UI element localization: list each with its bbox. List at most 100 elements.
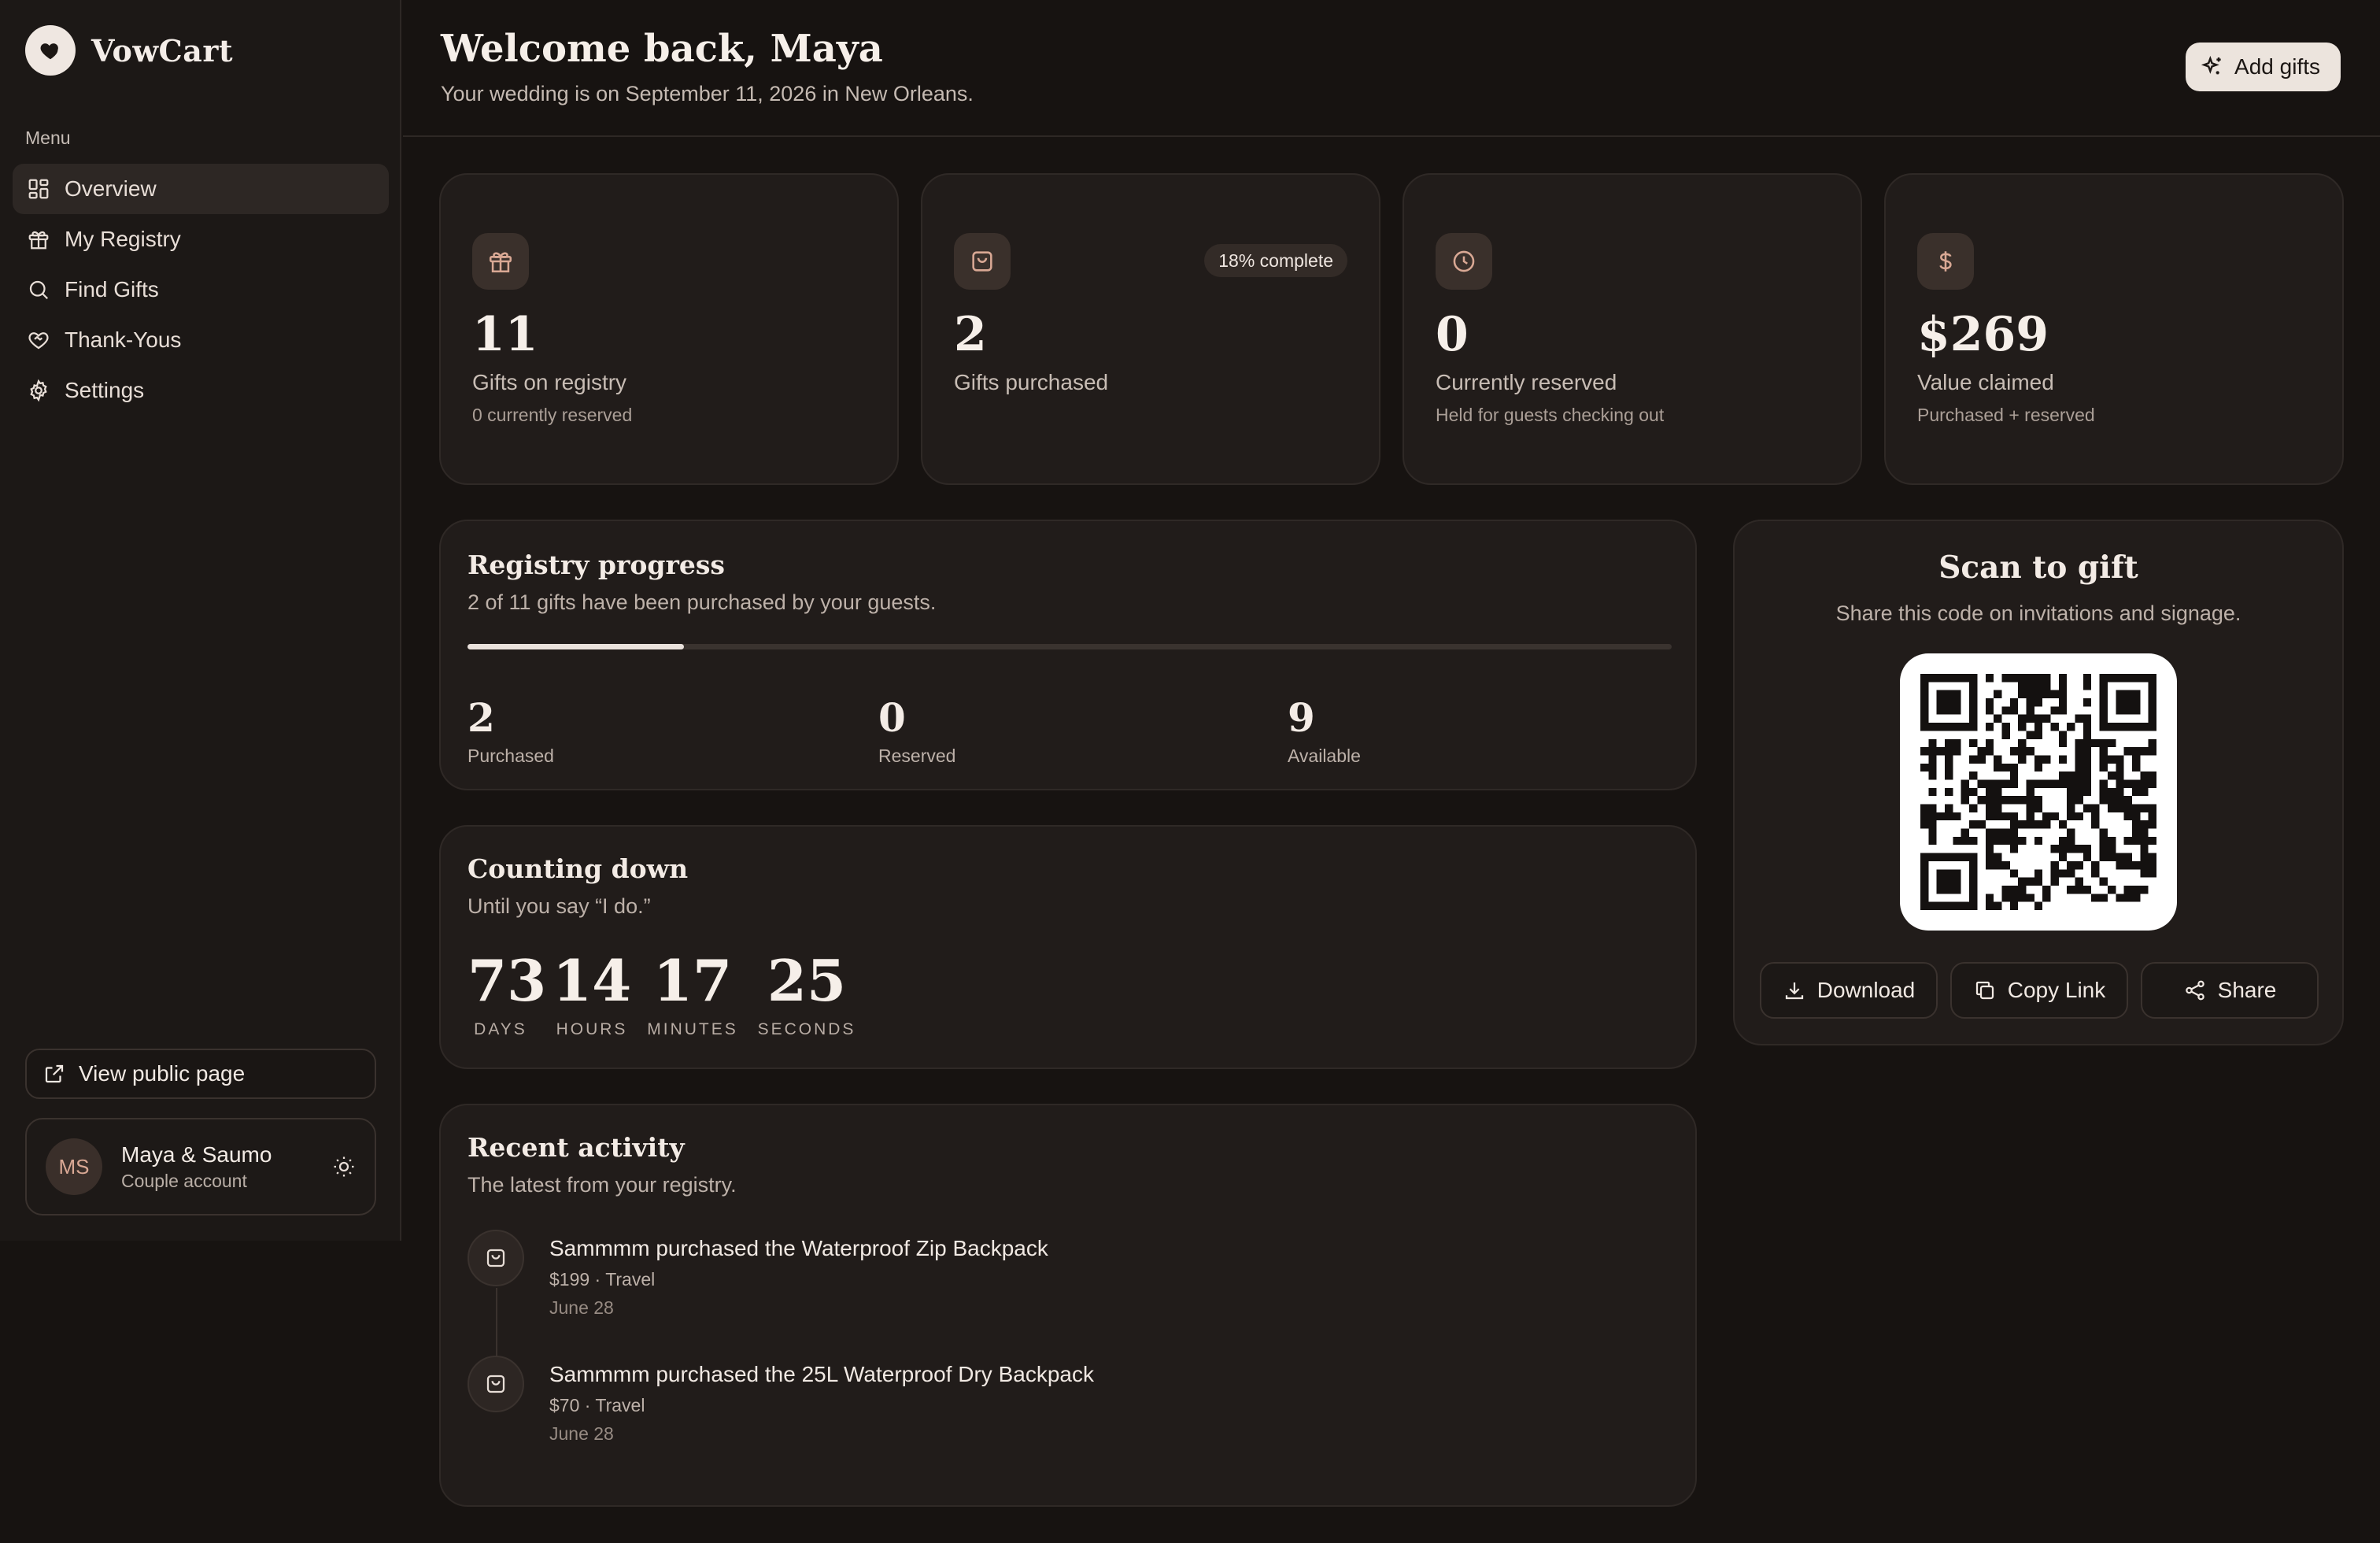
panel-title: Counting down bbox=[468, 853, 689, 884]
countdown-label: HOURS bbox=[556, 1020, 628, 1038]
share-label: Share bbox=[2217, 978, 2277, 1002]
panel-subtitle: 2 of 11 gifts have been purchased by you… bbox=[468, 590, 937, 614]
progress-bar bbox=[468, 644, 1672, 649]
countdown-minutes: 17 MINUTES bbox=[644, 953, 741, 1039]
dollar-icon bbox=[1917, 233, 1974, 290]
sidebar-item-label: Thank-Yous bbox=[65, 327, 182, 352]
download-button[interactable]: Download bbox=[1760, 962, 1938, 1019]
recent-activity-panel: Recent activity The latest from your reg… bbox=[439, 1104, 1697, 1507]
stat-card-value-claimed: $269 Value claimed Purchased + reserved bbox=[1884, 173, 2344, 485]
activity-meta: $70 · Travel bbox=[549, 1395, 645, 1415]
stat-card-gifts-purchased: 18% complete 2 Gifts purchased bbox=[921, 173, 1380, 485]
progress-stat-label: Reserved bbox=[878, 746, 956, 766]
registry-progress-panel: Registry progress 2 of 11 gifts have bee… bbox=[439, 520, 1697, 790]
countdown-days: 73 DAYS bbox=[468, 947, 547, 1039]
countdown-value: 73 bbox=[468, 947, 547, 1014]
bag-icon bbox=[954, 233, 1011, 290]
activity-date: June 28 bbox=[549, 1423, 614, 1444]
sidebar: VowCart Menu Overview My Registry Find G… bbox=[0, 0, 401, 1241]
completion-badge: 18% complete bbox=[1204, 244, 1347, 277]
countdown-seconds: 25 SECONDS bbox=[751, 953, 863, 1039]
sidebar-item-settings[interactable]: Settings bbox=[13, 365, 389, 416]
gift-icon bbox=[28, 231, 49, 250]
panel-title: Registry progress bbox=[468, 549, 725, 580]
stat-sub: Purchased + reserved bbox=[1917, 405, 2095, 425]
stat-label: Gifts on registry bbox=[472, 370, 627, 394]
bag-icon bbox=[468, 1230, 524, 1286]
sun-icon bbox=[334, 1156, 354, 1177]
progress-stat-label: Available bbox=[1288, 746, 1361, 766]
heart-logo-icon bbox=[25, 25, 76, 76]
dashboard-icon bbox=[28, 179, 49, 199]
stat-value: 0 bbox=[1436, 307, 1469, 362]
add-gifts-button[interactable]: Add gifts bbox=[2186, 43, 2341, 91]
stat-label: Currently reserved bbox=[1436, 370, 1617, 394]
activity-title: Sammmm purchased the 25L Waterproof Dry … bbox=[549, 1362, 1094, 1386]
search-icon bbox=[29, 280, 49, 300]
sidebar-item-thank-yous[interactable]: Thank-Yous bbox=[13, 315, 389, 365]
view-public-page-label: View public page bbox=[79, 1061, 246, 1086]
progress-stat-value: 9 bbox=[1288, 694, 1315, 741]
brand[interactable]: VowCart bbox=[25, 25, 233, 76]
sidebar-item-find-gifts[interactable]: Find Gifts bbox=[13, 265, 389, 315]
progress-bar-fill bbox=[468, 644, 685, 649]
countdown-label: MINUTES bbox=[647, 1020, 738, 1038]
page-title: Welcome back, Maya bbox=[441, 27, 883, 71]
sidebar-item-my-registry[interactable]: My Registry bbox=[13, 214, 389, 265]
progress-stat-reserved: 0 Reserved bbox=[878, 694, 955, 767]
gear-icon bbox=[30, 379, 47, 402]
share-button[interactable]: Share bbox=[2141, 962, 2319, 1019]
account-name: Maya & Saumo bbox=[121, 1142, 272, 1167]
countdown-panel: Counting down Until you say “I do.” 73 D… bbox=[439, 825, 1697, 1069]
stat-sub: 0 currently reserved bbox=[472, 405, 633, 425]
sidebar-item-overview[interactable]: Overview bbox=[13, 164, 389, 214]
bag-icon bbox=[468, 1356, 524, 1412]
progress-stat-purchased: 2 Purchased bbox=[468, 694, 554, 767]
panel-title: Scan to gift bbox=[1938, 549, 2138, 586]
theme-toggle-button[interactable] bbox=[332, 1155, 356, 1179]
sidebar-item-label: Find Gifts bbox=[65, 277, 159, 302]
panel-subtitle: Until you say “I do.” bbox=[468, 894, 651, 918]
stat-card-gifts-on-registry: 11 Gifts on registry 0 currently reserve… bbox=[439, 173, 899, 485]
avatar[interactable]: MS bbox=[46, 1138, 102, 1195]
add-gifts-label: Add gifts bbox=[2234, 54, 2320, 79]
panel-title: Recent activity bbox=[468, 1132, 685, 1163]
wedding-date-line: Your wedding is on September 11, 2026 in… bbox=[441, 82, 974, 105]
countdown-value: 14 bbox=[552, 947, 632, 1014]
menu-label: Menu bbox=[25, 128, 71, 148]
panel-subtitle: The latest from your registry. bbox=[468, 1173, 737, 1197]
progress-stat-value: 2 bbox=[468, 694, 495, 741]
qr-code bbox=[1900, 653, 2177, 931]
account-type: Couple account bbox=[121, 1170, 247, 1191]
copy-link-button[interactable]: Copy Link bbox=[1950, 962, 2128, 1019]
scan-to-gift-panel: Scan to gift Share this code on invitati… bbox=[1733, 520, 2344, 1045]
stat-value: $269 bbox=[1917, 307, 2049, 362]
stat-value: 11 bbox=[472, 307, 538, 362]
sidebar-nav: Overview My Registry Find Gifts Thank-Yo… bbox=[13, 164, 389, 416]
download-label: Download bbox=[1816, 978, 1916, 1002]
countdown-hours: 14 HOURS bbox=[552, 953, 631, 1039]
countdown-label: SECONDS bbox=[757, 1020, 856, 1038]
download-icon bbox=[1785, 982, 1803, 1000]
brand-name: VowCart bbox=[91, 32, 233, 68]
share-icon bbox=[2185, 980, 2204, 1001]
page-header: Welcome back, Maya Your wedding is on Se… bbox=[403, 0, 2380, 137]
view-public-page-button[interactable]: View public page bbox=[25, 1049, 376, 1099]
progress-stat-label: Purchased bbox=[468, 746, 554, 766]
external-link-icon bbox=[45, 1064, 64, 1083]
stat-value: 2 bbox=[954, 307, 987, 362]
sidebar-item-label: Settings bbox=[65, 378, 145, 402]
heart-handshake-icon bbox=[28, 332, 49, 350]
sidebar-item-label: My Registry bbox=[65, 227, 181, 251]
stat-sub: Held for guests checking out bbox=[1436, 405, 1665, 425]
stat-label: Value claimed bbox=[1917, 370, 2054, 394]
qr-code-image bbox=[1920, 674, 2156, 910]
activity-title: Sammmm purchased the Waterproof Zip Back… bbox=[549, 1236, 1048, 1260]
copy-icon bbox=[1975, 981, 1994, 1000]
stat-label: Gifts purchased bbox=[954, 370, 1109, 394]
panel-subtitle: Share this code on invitations and signa… bbox=[1835, 601, 2241, 625]
progress-stat-available: 9 Available bbox=[1288, 694, 1361, 767]
countdown-label: DAYS bbox=[474, 1020, 527, 1038]
stat-card-currently-reserved: 0 Currently reserved Held for guests che… bbox=[1402, 173, 1862, 485]
gift-icon bbox=[472, 233, 529, 290]
